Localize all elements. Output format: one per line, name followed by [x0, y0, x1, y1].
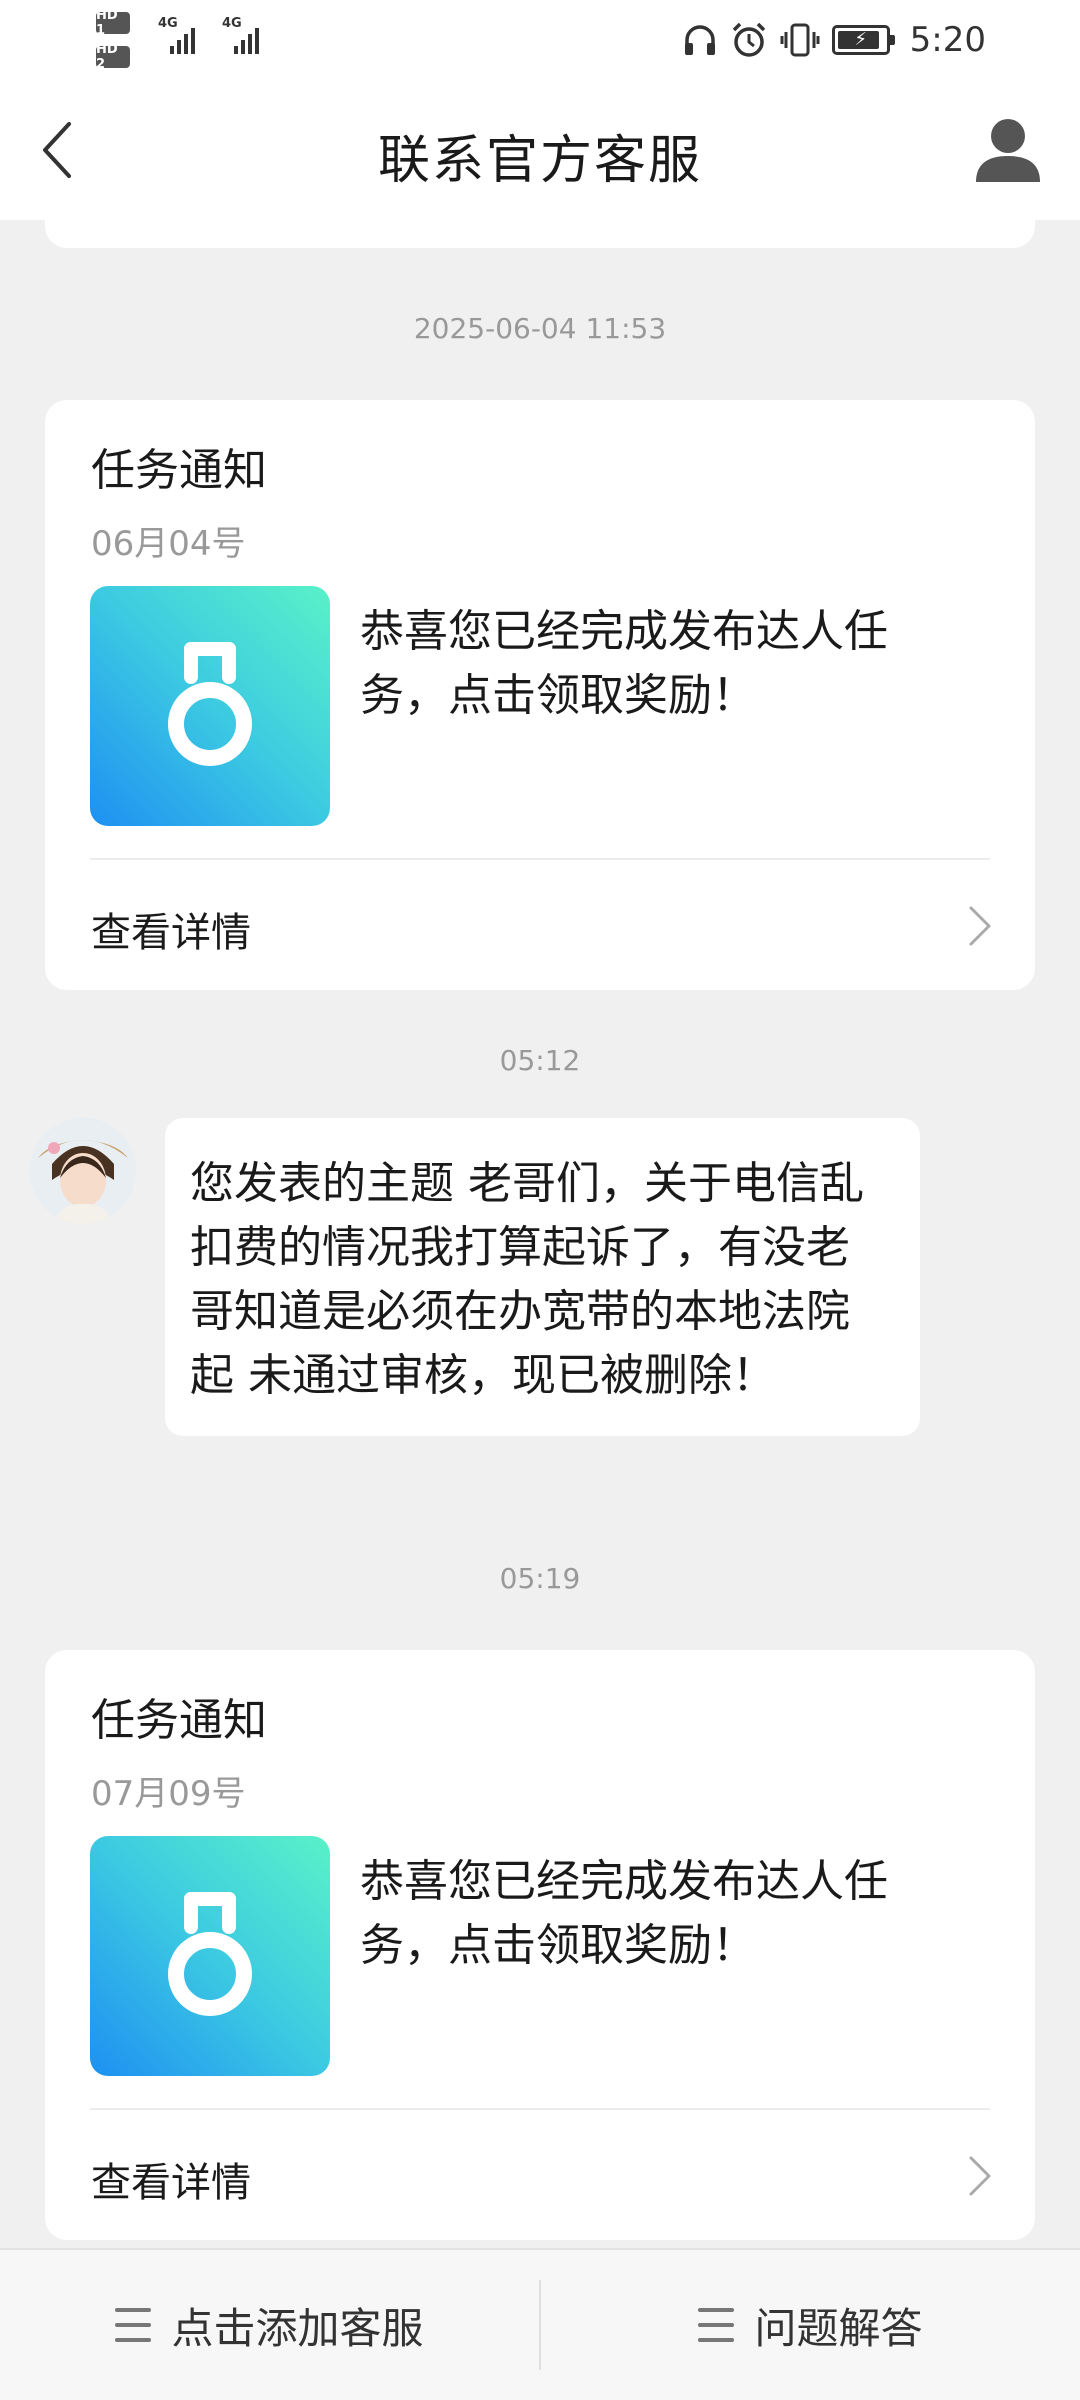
alarm-icon: [732, 22, 765, 57]
chevron-right-icon: [969, 2156, 991, 2196]
text-message-row: 您发表的主题 老哥们，关于电信乱扣费的情况我打算起诉了，有没老哥知道是必须在办宽…: [0, 1118, 1080, 1498]
view-details-label: 查看详情: [91, 910, 251, 956]
vibrate-icon: [780, 23, 820, 57]
avatar-image: [30, 1118, 136, 1224]
card-date: 07月09号: [91, 1774, 246, 1814]
status-time: 5:20: [909, 20, 986, 60]
status-icons: ⚡ 5:20: [682, 16, 986, 64]
message-timestamp: 05:19: [499, 1562, 581, 1595]
faq-label: 问题解答: [754, 2303, 923, 2353]
medal-icon: [168, 642, 252, 766]
menu-icon: [698, 2308, 735, 2342]
card-title: 任务通知: [91, 445, 267, 496]
view-details-label: 查看详情: [91, 2160, 251, 2206]
card-thumbnail: [90, 1836, 330, 2076]
user-profile-icon: [976, 119, 1040, 182]
card-message-text: 恭喜您已经完成发布达人任务，点击领取奖励！: [360, 606, 888, 721]
card-thumbnail: [90, 586, 330, 826]
signal-bars-icon: [234, 24, 259, 54]
chevron-right-icon: [969, 906, 991, 946]
menu-icon: [115, 2308, 152, 2342]
message-timestamp: 2025-06-04 11:53: [413, 312, 667, 345]
medal-icon: [168, 1892, 252, 2016]
task-notification-card[interactable]: 任务通知 06月04号 恭喜您已经完成发布达人任务，点击领取奖励！ 查看详情: [45, 400, 1035, 990]
header: 联系官方客服: [0, 80, 1080, 220]
chat-message-list[interactable]: 2025-06-04 11:53 任务通知 06月04号 恭喜您已经完成发布达人…: [0, 220, 1080, 2248]
add-customer-service-label: 点击添加客服: [171, 2303, 424, 2353]
sim1-hd-badge: HD 1: [96, 8, 130, 38]
view-details-button[interactable]: 查看详情: [45, 860, 1035, 990]
add-customer-service-button[interactable]: 点击添加客服: [0, 2250, 539, 2400]
bottom-action-bar: 点击添加客服 问题解答: [0, 2248, 1080, 2400]
card-date: 06月04号: [91, 524, 246, 564]
faq-button[interactable]: 问题解答: [541, 2250, 1080, 2400]
card-message-text: 恭喜您已经完成发布达人任务，点击领取奖励！: [360, 1856, 888, 1971]
sim2-hd-badge: HD 2: [96, 42, 130, 72]
signal-bars-icon: [170, 24, 195, 54]
sender-avatar[interactable]: [30, 1118, 136, 1224]
page-title: 联系官方客服: [377, 131, 702, 191]
message-timestamp: 05:12: [499, 1044, 581, 1077]
headphones-icon: [684, 25, 715, 55]
previous-message-card: [45, 220, 1035, 248]
profile-button[interactable]: [968, 110, 1048, 190]
card-title: 任务通知: [91, 1695, 267, 1746]
view-details-button[interactable]: 查看详情: [45, 2110, 1035, 2240]
battery-charging-icon: ⚡: [831, 25, 895, 55]
message-bubble: 您发表的主题 老哥们，关于电信乱扣费的情况我打算起诉了，有没老哥知道是必须在办宽…: [165, 1118, 920, 1436]
status-bar: HD 1 HD 2 4G 4G ⚡ 5:20: [0, 0, 1080, 80]
task-notification-card[interactable]: 任务通知 07月09号 恭喜您已经完成发布达人任务，点击领取奖励！ 查看详情: [45, 1650, 1035, 2240]
